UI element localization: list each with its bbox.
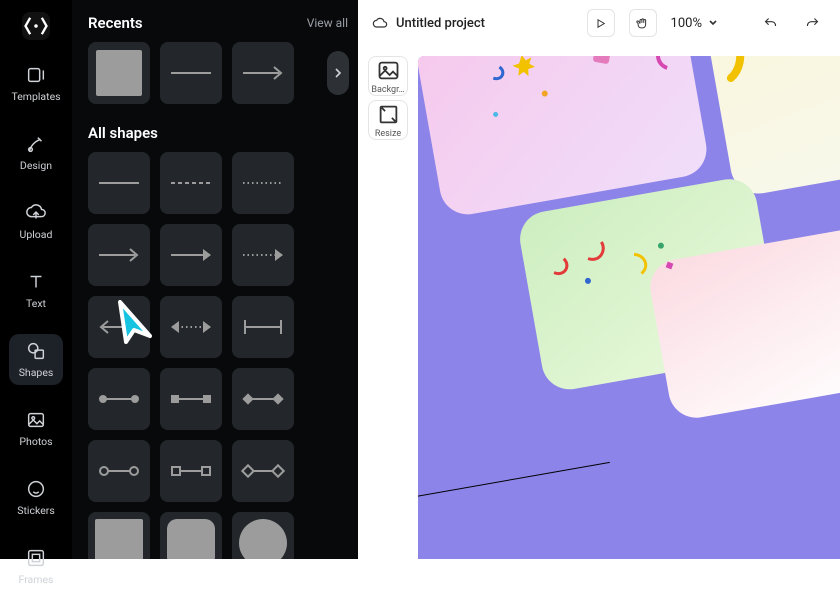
nav-photos[interactable]: Photos <box>9 403 63 454</box>
nav-frames[interactable]: Frames <box>9 541 63 592</box>
shape-rounded-square[interactable] <box>160 512 222 559</box>
tool-background[interactable]: Backgr… <box>368 56 408 96</box>
shape-line-dotted[interactable] <box>232 152 294 214</box>
nav-label: Upload <box>20 228 53 241</box>
recents-heading: Recents <box>88 14 143 32</box>
zoom-control[interactable]: 100% <box>671 16 718 31</box>
editor-topbar: Untitled project 100% <box>358 0 840 46</box>
nav-label: Stickers <box>17 504 54 517</box>
shape-line-diamond-ends[interactable] <box>232 368 294 430</box>
nav-templates[interactable]: Templates <box>9 58 63 109</box>
left-nav-rail: Templates Design Upload Text Shapes Phot… <box>0 0 72 559</box>
shape-line-ring-ends[interactable] <box>88 440 150 502</box>
chevron-down-icon <box>708 18 718 28</box>
tool-resize-label: Resize <box>375 129 401 139</box>
shape-arrow-double-dotted[interactable] <box>160 296 222 358</box>
shape-line-boxopen-ends[interactable] <box>160 440 222 502</box>
nav-stickers[interactable]: Stickers <box>9 472 63 523</box>
shape-line-barends[interactable] <box>232 296 294 358</box>
shape-arrow-double-open[interactable] <box>88 296 150 358</box>
recents-scroll-right[interactable] <box>327 51 349 95</box>
shape-line-diamondopen-ends[interactable] <box>232 440 294 502</box>
shape-square[interactable] <box>88 512 150 559</box>
canvas-baseline-rule <box>418 462 610 498</box>
view-all-link[interactable]: View all <box>307 16 348 30</box>
nav-upload[interactable]: Upload <box>9 196 63 247</box>
nav-text[interactable]: Text <box>9 265 63 316</box>
tool-background-label: Backgr… <box>371 85 404 95</box>
all-shapes-heading: All shapes <box>88 124 348 142</box>
recent-shape-square[interactable] <box>88 42 150 104</box>
zoom-value: 100% <box>671 16 702 31</box>
canvas[interactable] <box>418 46 840 559</box>
recent-shape-line[interactable] <box>160 42 222 104</box>
nav-label: Frames <box>19 573 54 586</box>
editor-area: Untitled project 100% <box>358 0 840 559</box>
shape-line-dashed[interactable] <box>160 152 222 214</box>
redo-button[interactable] <box>798 9 826 37</box>
app-logo[interactable] <box>22 12 50 40</box>
project-title[interactable]: Untitled project <box>372 15 485 31</box>
play-button[interactable] <box>587 9 615 37</box>
undo-button[interactable] <box>756 9 784 37</box>
nav-label: Templates <box>11 90 60 103</box>
nav-label: Text <box>26 297 46 310</box>
shape-line-square-ends[interactable] <box>160 368 222 430</box>
shape-line-solid[interactable] <box>88 152 150 214</box>
shape-arrow-solid[interactable] <box>160 224 222 286</box>
nav-label: Photos <box>19 435 52 448</box>
hand-tool-button[interactable] <box>629 9 657 37</box>
tool-resize[interactable]: Resize <box>368 100 408 140</box>
shape-line-dot-ends[interactable] <box>88 368 150 430</box>
recent-shape-arrow[interactable] <box>232 42 294 104</box>
artboard[interactable] <box>418 56 840 559</box>
project-title-text: Untitled project <box>396 16 485 31</box>
cloud-icon <box>372 15 388 31</box>
nav-shapes[interactable]: Shapes <box>9 334 63 385</box>
shapes-panel: Recents View all All shapes <box>72 0 364 559</box>
nav-design[interactable]: Design <box>9 127 63 178</box>
nav-label: Shapes <box>19 366 54 379</box>
nav-label: Design <box>20 159 52 172</box>
shape-arrow-dotted[interactable] <box>232 224 294 286</box>
shape-circle[interactable] <box>232 512 294 559</box>
shape-arrow-open[interactable] <box>88 224 150 286</box>
